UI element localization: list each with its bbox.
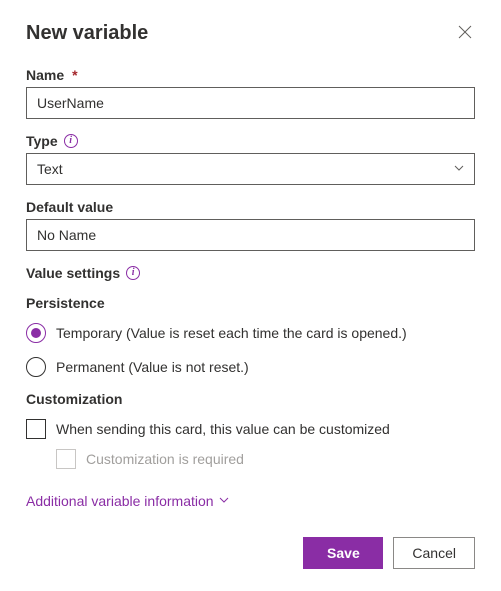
radio-label: Temporary (Value is reset each time the …	[56, 325, 407, 341]
persistence-heading: Persistence	[26, 295, 475, 311]
radio-icon	[26, 323, 46, 343]
type-label: Type i	[26, 133, 475, 149]
required-asterisk: *	[72, 67, 77, 83]
checkbox-label: When sending this card, this value can b…	[56, 421, 390, 437]
name-input[interactable]	[26, 87, 475, 119]
name-label: Name*	[26, 67, 475, 83]
radio-label: Permanent (Value is not reset.)	[56, 359, 249, 375]
checkbox-customization-required: Customization is required	[56, 449, 475, 469]
close-button[interactable]	[455, 24, 475, 44]
checkbox-allow-customization[interactable]: When sending this card, this value can b…	[26, 419, 475, 439]
value-settings-heading: Value settings i	[26, 265, 475, 281]
checkbox-label: Customization is required	[86, 451, 244, 467]
default-value-label: Default value	[26, 199, 475, 215]
type-select[interactable]: Text	[26, 153, 475, 185]
cancel-button[interactable]: Cancel	[393, 537, 475, 569]
checkbox-icon	[56, 449, 76, 469]
chevron-down-icon	[218, 493, 230, 509]
info-icon[interactable]: i	[126, 266, 140, 280]
default-value-input[interactable]	[26, 219, 475, 251]
dialog-title: New variable	[26, 22, 148, 45]
radio-temporary[interactable]: Temporary (Value is reset each time the …	[26, 323, 475, 343]
close-icon	[458, 25, 472, 42]
radio-permanent[interactable]: Permanent (Value is not reset.)	[26, 357, 475, 377]
customization-heading: Customization	[26, 391, 475, 407]
radio-icon	[26, 357, 46, 377]
additional-info-expander[interactable]: Additional variable information	[26, 493, 230, 509]
save-button[interactable]: Save	[303, 537, 383, 569]
info-icon[interactable]: i	[64, 134, 78, 148]
checkbox-icon	[26, 419, 46, 439]
